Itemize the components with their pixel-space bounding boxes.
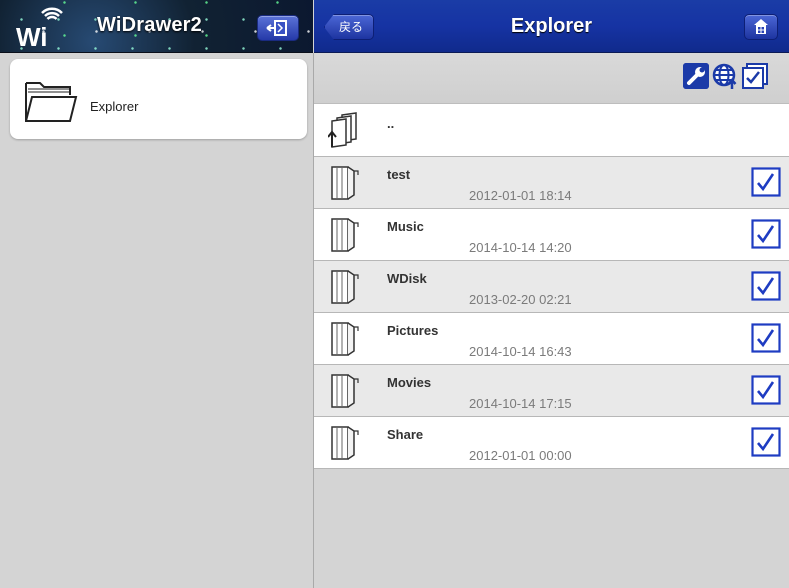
file-date: 2014-10-14 14:20 [469, 240, 572, 255]
file-date: 2014-10-14 17:15 [469, 396, 572, 411]
file-date: 2012-01-01 00:00 [469, 448, 572, 463]
checkbox-checked-icon[interactable] [751, 219, 781, 249]
list-item[interactable]: Movies 2014-10-14 17:15 [314, 365, 789, 417]
file-name: Music [387, 219, 424, 234]
select-all-icon[interactable] [742, 63, 768, 89]
file-name: Pictures [387, 323, 439, 338]
checkbox-checked-icon[interactable] [751, 323, 781, 353]
file-list: .. test 2012-01-01 18:14 Music 2014-10-1… [314, 104, 789, 469]
empty-list-area [314, 470, 789, 588]
checkbox-checked-icon[interactable] [751, 427, 781, 457]
sidebar-item-explorer[interactable]: Explorer [10, 59, 307, 139]
list-item[interactable]: test 2012-01-01 18:14 [314, 157, 789, 209]
folder-open-icon [25, 82, 78, 122]
file-date: 2012-01-01 18:14 [469, 188, 572, 203]
app-title: WiDrawer2 [97, 14, 202, 36]
folder-icon [331, 426, 359, 460]
file-name: Movies [387, 375, 432, 390]
app-header: Wi WiDrawer2 [0, 0, 313, 53]
file-name: WDisk [387, 271, 427, 286]
exit-button[interactable] [257, 15, 299, 41]
file-name: Share [387, 427, 424, 442]
home-button[interactable] [744, 14, 778, 40]
file-name: test [387, 167, 411, 182]
page-header: 戻る Explorer [314, 0, 789, 53]
sidebar: Explorer [0, 53, 314, 588]
parent-folder-icon [328, 112, 357, 148]
checkbox-checked-icon[interactable] [751, 271, 781, 301]
checkbox-checked-icon[interactable] [751, 167, 781, 197]
folder-icon [331, 270, 359, 304]
file-name: .. [387, 116, 395, 131]
page-title: Explorer [510, 15, 593, 37]
list-item[interactable]: Music 2014-10-14 14:20 [314, 209, 789, 261]
back-button[interactable]: 戻る [324, 14, 375, 40]
exit-icon [266, 20, 287, 36]
folder-icon [331, 374, 359, 408]
list-item[interactable]: WDisk 2013-02-20 02:21 [314, 261, 789, 313]
toolbar [314, 53, 789, 104]
home-icon [754, 19, 768, 34]
parent-directory-row[interactable]: .. [314, 104, 789, 157]
checkbox-checked-icon[interactable] [751, 375, 781, 405]
file-date: 2014-10-14 16:43 [469, 344, 572, 359]
wifi-logo-icon: Wi [16, 7, 63, 52]
wrench-icon[interactable] [683, 63, 709, 89]
list-item[interactable]: Share 2012-01-01 00:00 [314, 417, 789, 469]
svg-text:Wi: Wi [16, 22, 48, 52]
list-item[interactable]: Pictures 2014-10-14 16:43 [314, 313, 789, 365]
globe-upload-icon[interactable] [712, 63, 738, 89]
folder-icon [331, 166, 359, 200]
folder-icon [331, 322, 359, 356]
folder-icon [331, 218, 359, 252]
sidebar-item-label: Explorer [90, 99, 139, 114]
file-date: 2013-02-20 02:21 [469, 292, 572, 307]
